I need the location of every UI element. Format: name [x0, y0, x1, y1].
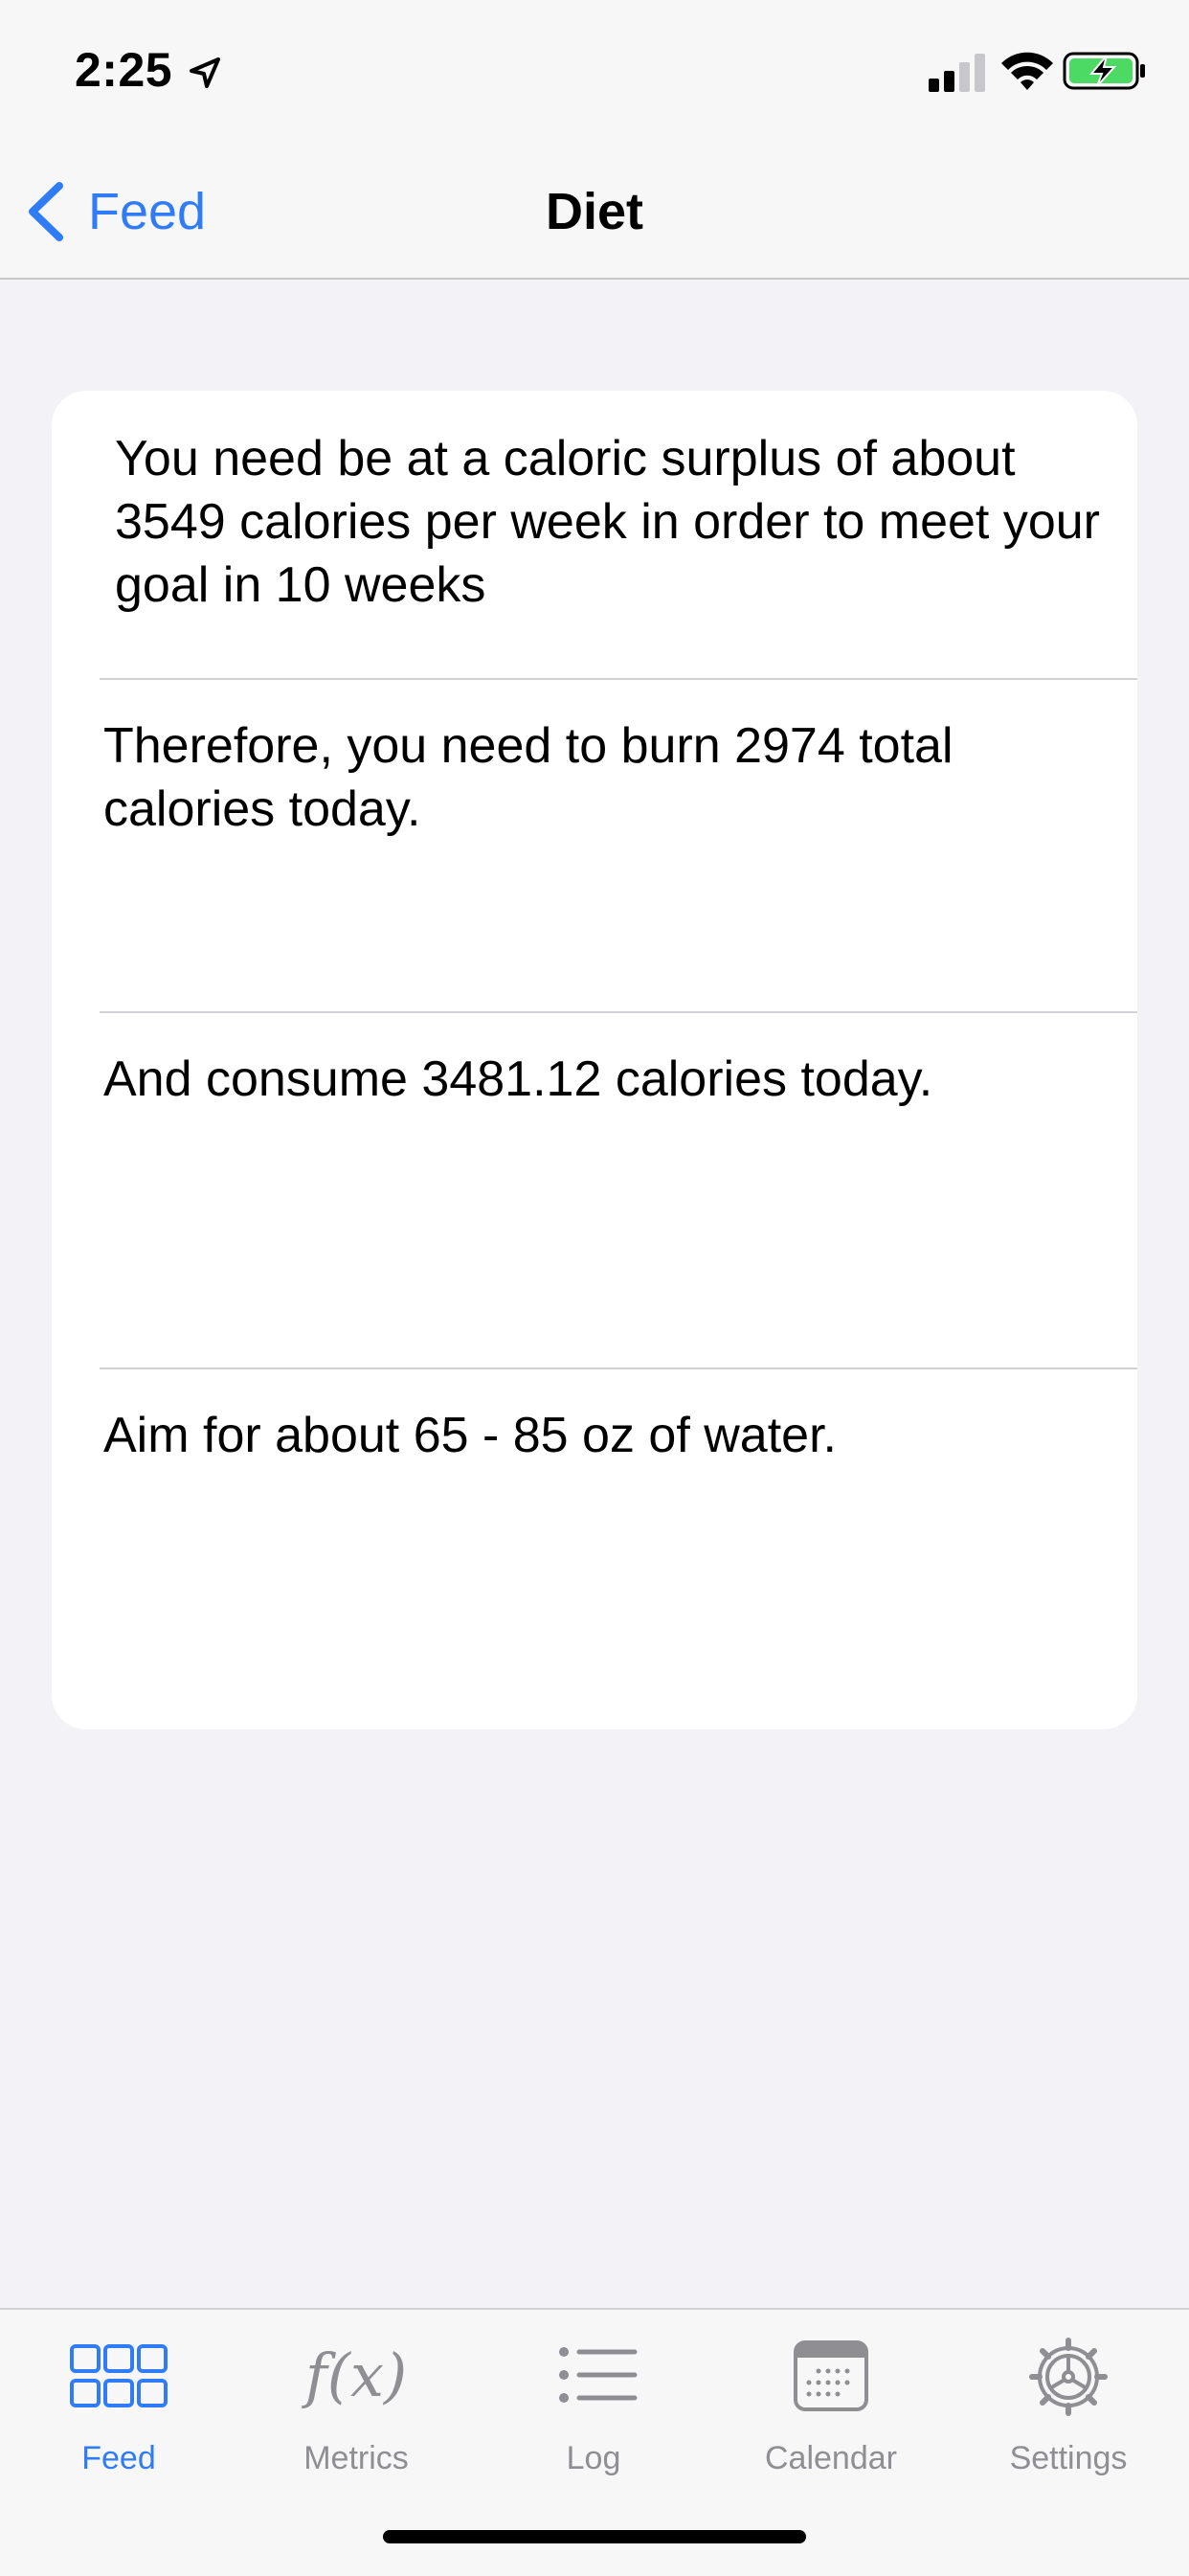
tab-feed[interactable]: Feed — [0, 2333, 237, 2496]
tab-metrics[interactable]: f(x) Metrics — [237, 2333, 475, 2496]
tab-metrics-label: Metrics — [303, 2440, 409, 2476]
calendar-icon — [794, 2340, 868, 2411]
page-title: Diet — [545, 183, 643, 240]
water-text: Aim for about 65 - 85 oz of water. — [103, 1408, 837, 1463]
gear-icon — [1029, 2338, 1108, 2416]
battery-charging-icon — [1063, 52, 1145, 90]
diet-card: You need be at a caloric surplus of abou… — [52, 391, 1137, 1729]
tab-log[interactable]: Log — [475, 2333, 712, 2496]
consume-text: And consume 3481.12 calories today. — [103, 1051, 933, 1107]
home-indicator[interactable] — [383, 2530, 806, 2543]
location-arrow-icon — [190, 57, 220, 88]
grid-icon — [70, 2344, 168, 2407]
status-bar: 2:25 — [0, 0, 1189, 144]
surplus-text: You need be at a caloric surplus of abou… — [115, 431, 1100, 613]
tab-log-label: Log — [566, 2440, 621, 2476]
tab-feed-label: Feed — [81, 2440, 156, 2476]
tab-settings-label: Settings — [1009, 2440, 1128, 2476]
cellular-signal-icon — [929, 54, 985, 92]
navigation-bar: Feed Diet — [0, 144, 1189, 280]
burn-text: Therefore, you need to burn 2974 total c… — [103, 718, 953, 837]
consume-row: And consume 3481.12 calories today. — [52, 1013, 1137, 1367]
function-icon: f(x) — [304, 2340, 408, 2410]
surplus-row: You need be at a caloric surplus of abou… — [52, 391, 1137, 680]
wifi-icon — [1001, 52, 1053, 90]
tab-settings[interactable]: Settings — [950, 2333, 1187, 2496]
status-time: 2:25 — [75, 43, 173, 97]
tab-bar: Feed f(x) Metrics Log Calendar Settings — [0, 2308, 1189, 2576]
list-icon — [559, 2347, 638, 2403]
water-row: Aim for about 65 - 85 oz of water. — [52, 1369, 1137, 1729]
tab-calendar-label: Calendar — [765, 2440, 897, 2476]
burn-row: Therefore, you need to burn 2974 total c… — [52, 680, 1137, 1011]
tab-calendar[interactable]: Calendar — [712, 2333, 950, 2496]
